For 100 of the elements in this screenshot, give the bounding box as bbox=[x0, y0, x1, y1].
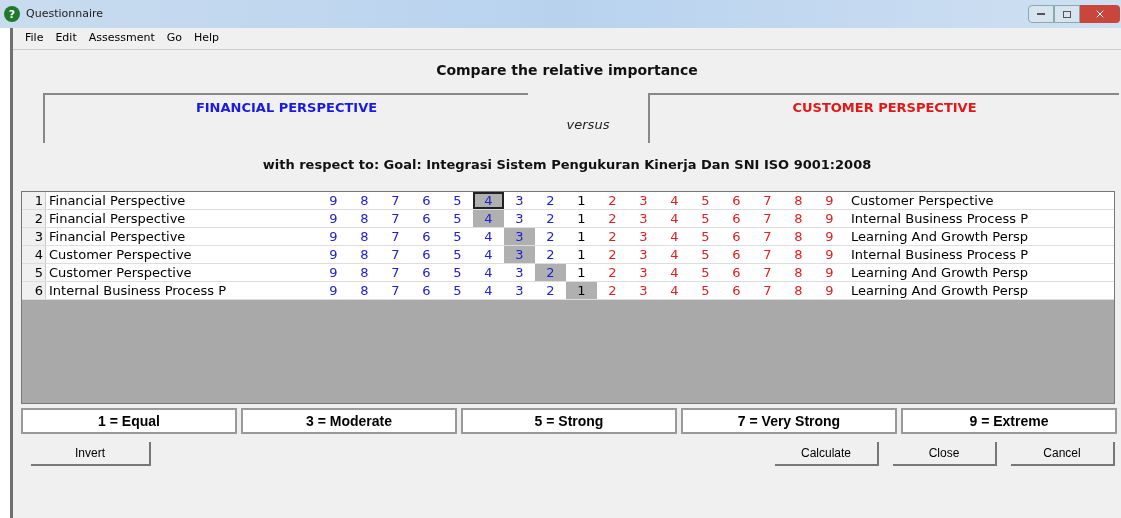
scale-option[interactable]: 6 bbox=[721, 245, 752, 263]
scale-option[interactable]: 3 bbox=[628, 263, 659, 281]
scale-option[interactable]: 7 bbox=[380, 281, 411, 299]
scale-option[interactable]: 6 bbox=[411, 263, 442, 281]
scale-option[interactable]: 7 bbox=[752, 245, 783, 263]
scale-option[interactable]: 6 bbox=[411, 281, 442, 299]
scale-option[interactable]: 4 bbox=[473, 263, 504, 281]
scale-option[interactable]: 3 bbox=[504, 263, 535, 281]
scale-option[interactable]: 5 bbox=[690, 263, 721, 281]
scale-option[interactable]: 5 bbox=[690, 191, 721, 209]
menu-item[interactable]: File bbox=[23, 30, 46, 47]
scale-option[interactable]: 3 bbox=[628, 281, 659, 299]
scale-option[interactable]: 4 bbox=[659, 227, 690, 245]
scale-option[interactable]: 9 bbox=[318, 191, 349, 209]
scale-option[interactable]: 8 bbox=[349, 209, 380, 227]
scale-option[interactable]: 2 bbox=[597, 191, 628, 209]
scale-option[interactable]: 7 bbox=[752, 281, 783, 299]
menu-item[interactable]: Assessment bbox=[86, 30, 157, 47]
dialog-button[interactable]: Close bbox=[893, 441, 997, 466]
scale-option[interactable]: 4 bbox=[659, 191, 690, 209]
scale-option[interactable]: 5 bbox=[690, 281, 721, 299]
minimize-button[interactable] bbox=[1028, 5, 1054, 23]
scale-option[interactable]: 6 bbox=[411, 209, 442, 227]
scale-option[interactable]: 3 bbox=[628, 209, 659, 227]
scale-option[interactable]: 6 bbox=[721, 281, 752, 299]
scale-option[interactable]: 8 bbox=[783, 209, 814, 227]
scale-option[interactable]: 8 bbox=[349, 245, 380, 263]
scale-option[interactable]: 5 bbox=[442, 281, 473, 299]
scale-option[interactable]: 7 bbox=[380, 263, 411, 281]
scale-option[interactable]: 8 bbox=[349, 191, 380, 209]
scale-option[interactable]: 7 bbox=[752, 263, 783, 281]
scale-option[interactable]: 8 bbox=[349, 263, 380, 281]
scale-option[interactable]: 5 bbox=[690, 245, 721, 263]
scale-option[interactable]: 4 bbox=[659, 263, 690, 281]
scale-option[interactable]: 5 bbox=[442, 245, 473, 263]
scale-option[interactable]: 8 bbox=[783, 191, 814, 209]
menu-item[interactable]: Help bbox=[192, 30, 222, 47]
scale-option[interactable]: 8 bbox=[783, 263, 814, 281]
scale-option[interactable]: 9 bbox=[814, 281, 845, 299]
scale-option[interactable]: 4 bbox=[659, 209, 690, 227]
scale-option[interactable]: 5 bbox=[690, 209, 721, 227]
scale-option[interactable]: 2 bbox=[535, 191, 566, 209]
scale-option[interactable]: 1 bbox=[566, 263, 597, 281]
scale-option[interactable]: 7 bbox=[380, 227, 411, 245]
scale-option[interactable]: 1 bbox=[566, 209, 597, 227]
scale-option[interactable]: 5 bbox=[442, 191, 473, 209]
dialog-button[interactable]: Cancel bbox=[1011, 441, 1115, 466]
scale-option[interactable]: 8 bbox=[783, 245, 814, 263]
menu-item[interactable]: Edit bbox=[53, 30, 79, 47]
scale-option[interactable]: 9 bbox=[318, 227, 349, 245]
scale-option[interactable]: 9 bbox=[814, 245, 845, 263]
scale-option[interactable]: 2 bbox=[597, 209, 628, 227]
scale-option[interactable]: 2 bbox=[597, 263, 628, 281]
scale-option[interactable]: 5 bbox=[442, 263, 473, 281]
dialog-button[interactable]: Calculate bbox=[775, 441, 879, 466]
scale-option[interactable]: 8 bbox=[349, 281, 380, 299]
maximize-button[interactable] bbox=[1054, 5, 1080, 23]
scale-option[interactable]: 9 bbox=[318, 281, 349, 299]
scale-option[interactable]: 9 bbox=[814, 263, 845, 281]
scale-option[interactable]: 6 bbox=[721, 191, 752, 209]
scale-option[interactable]: 7 bbox=[380, 245, 411, 263]
scale-option[interactable]: 9 bbox=[814, 227, 845, 245]
scale-option[interactable]: 5 bbox=[442, 209, 473, 227]
scale-option[interactable]: 3 bbox=[628, 245, 659, 263]
scale-option[interactable]: 1 bbox=[566, 245, 597, 263]
scale-option[interactable]: 7 bbox=[752, 227, 783, 245]
scale-option[interactable]: 4 bbox=[473, 245, 504, 263]
scale-option[interactable]: 1 bbox=[566, 191, 597, 209]
scale-option[interactable]: 3 bbox=[628, 227, 659, 245]
scale-option[interactable]: 6 bbox=[721, 227, 752, 245]
scale-option[interactable]: 3 bbox=[504, 209, 535, 227]
scale-option[interactable]: 8 bbox=[783, 281, 814, 299]
scale-option[interactable]: 9 bbox=[814, 191, 845, 209]
scale-option[interactable]: 4 bbox=[659, 245, 690, 263]
scale-option[interactable]: 6 bbox=[721, 209, 752, 227]
scale-option[interactable]: 4 bbox=[473, 227, 504, 245]
scale-option[interactable]: 2 bbox=[597, 245, 628, 263]
scale-option[interactable]: 9 bbox=[318, 209, 349, 227]
scale-option[interactable]: 8 bbox=[349, 227, 380, 245]
invert-button[interactable]: Invert bbox=[31, 441, 151, 466]
scale-option[interactable]: 8 bbox=[783, 227, 814, 245]
scale-option[interactable]: 7 bbox=[380, 209, 411, 227]
scale-option[interactable]: 3 bbox=[504, 191, 535, 209]
menu-item[interactable]: Go bbox=[164, 30, 184, 47]
scale-option[interactable]: 7 bbox=[752, 191, 783, 209]
scale-option[interactable]: 2 bbox=[535, 245, 566, 263]
scale-option[interactable]: 3 bbox=[504, 281, 535, 299]
scale-option[interactable]: 2 bbox=[597, 227, 628, 245]
scale-option[interactable]: 5 bbox=[690, 227, 721, 245]
scale-option[interactable]: 6 bbox=[411, 227, 442, 245]
scale-option[interactable]: 6 bbox=[721, 263, 752, 281]
scale-option[interactable]: 9 bbox=[814, 209, 845, 227]
scale-option[interactable]: 2 bbox=[535, 209, 566, 227]
scale-option[interactable]: 3 bbox=[628, 191, 659, 209]
scale-option[interactable]: 5 bbox=[442, 227, 473, 245]
scale-option[interactable]: 4 bbox=[473, 281, 504, 299]
scale-option[interactable]: 2 bbox=[535, 227, 566, 245]
scale-option[interactable]: 9 bbox=[318, 245, 349, 263]
scale-option[interactable]: 1 bbox=[566, 227, 597, 245]
scale-option[interactable]: 6 bbox=[411, 245, 442, 263]
